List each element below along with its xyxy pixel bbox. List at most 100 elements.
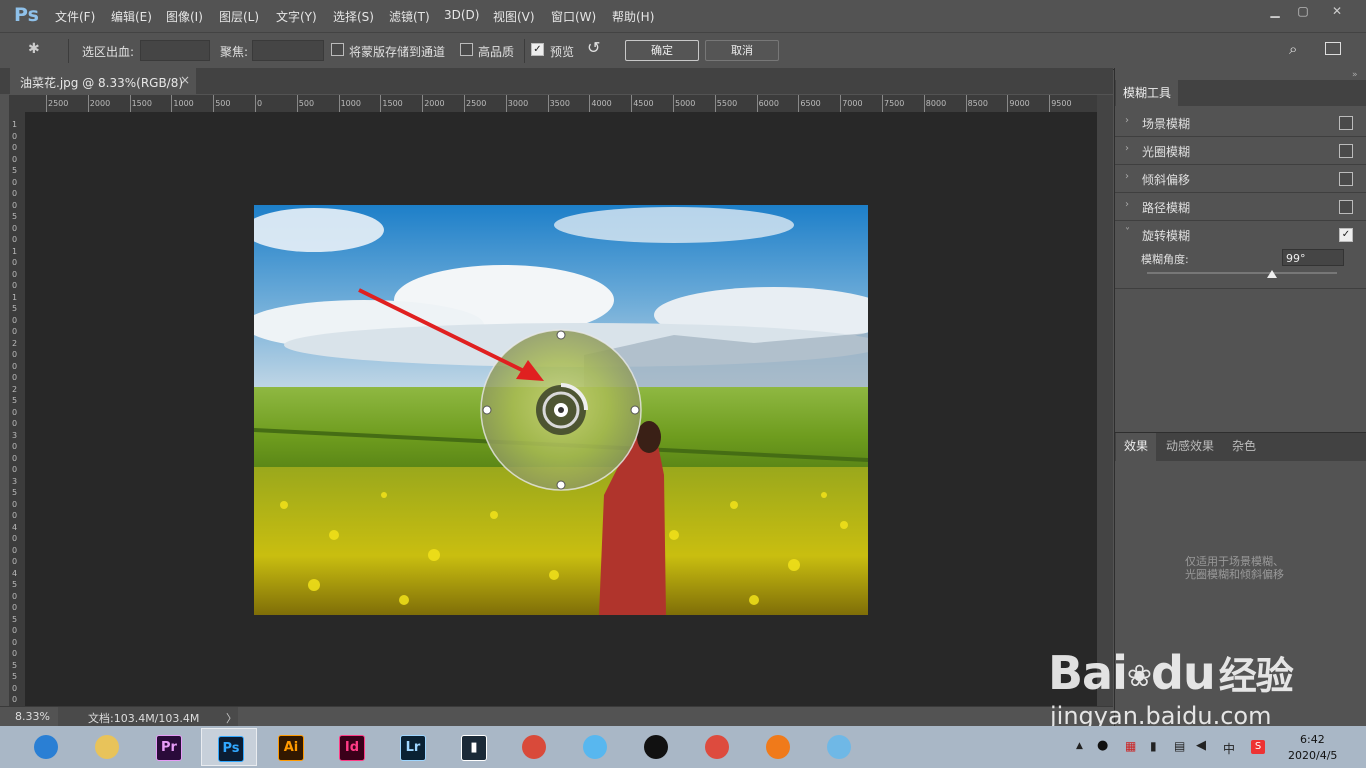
tab-blur-tools[interactable]: 模糊工具 [1116, 80, 1178, 107]
tray-expand-icon[interactable]: ▲ [1076, 741, 1083, 751]
minimize-icon[interactable]: ▁ [1263, 3, 1287, 19]
status-bar: 8.33% 文档:103.4M/103.4M 〉 [0, 706, 1113, 727]
ruler-tick [505, 95, 507, 112]
reset-icon[interactable]: ↺ [587, 38, 600, 57]
taskbar-app-button[interactable]: ▮ [445, 728, 501, 766]
ok-button[interactable]: 确定 [625, 40, 699, 61]
workspace-icon[interactable] [1325, 42, 1341, 55]
blur-item-checkbox[interactable]: ✓ [1339, 228, 1353, 242]
focus-field[interactable] [252, 40, 324, 61]
video-editor-icon: ▮ [461, 735, 487, 761]
menu-3d[interactable]: 3D(D) [444, 8, 479, 22]
blur-item-tilt-shift[interactable]: › 倾斜偏移 [1115, 165, 1366, 193]
selection-bleed-field[interactable] [140, 40, 210, 61]
lightroom-icon: Lr [400, 735, 426, 761]
status-menu-arrow[interactable]: 〉 [226, 710, 237, 726]
blur-item-field[interactable]: › 场景模糊 [1115, 109, 1366, 137]
menu-window[interactable]: 窗口(W) [551, 8, 596, 25]
menu-view[interactable]: 视图(V) [493, 8, 535, 25]
tray-qq-icon[interactable]: ● [1097, 738, 1108, 753]
tray-volume-icon[interactable]: ◀ [1196, 738, 1206, 753]
high-quality-checkbox[interactable] [460, 43, 473, 56]
taskbar-app-button[interactable] [506, 728, 562, 766]
tab-noise[interactable]: 杂色 [1224, 433, 1264, 460]
ruler-tick-label: 2500 [48, 99, 69, 108]
taskbar-app-button[interactable]: Ps [201, 728, 257, 766]
taskbar-app-button[interactable]: Id [323, 728, 379, 766]
ruler-tick [213, 95, 215, 112]
vertical-scrollbar[interactable] [1097, 95, 1113, 706]
tab-effects[interactable]: 效果 [1116, 433, 1156, 461]
ruler-tick-label: 5 [12, 580, 18, 589]
ruler-tick-label: 0 [12, 131, 18, 141]
ruler-tick-label: 0 [12, 545, 18, 555]
taskbar-app-button[interactable]: Ai [262, 728, 318, 766]
menu-edit[interactable]: 编辑(E) [111, 8, 152, 25]
high-quality-label: 高品质 [478, 45, 515, 59]
ruler-tick [756, 95, 758, 112]
ruler-tick-label: 0 [12, 695, 18, 704]
tray-ime[interactable]: 中 [1223, 740, 1235, 757]
taskbar-app-button[interactable] [18, 728, 74, 766]
zoom-level[interactable]: 8.33% [15, 710, 50, 723]
panel-collapse-icon[interactable]: » [1352, 70, 1358, 80]
menu-type[interactable]: 文字(Y) [276, 8, 317, 25]
blur-item-path[interactable]: › 路径模糊 [1115, 193, 1366, 221]
ruler-tick-label: 500 [215, 99, 231, 108]
close-tab-icon[interactable]: × [180, 73, 190, 87]
ruler-tick-label: 0 [12, 281, 18, 290]
tab-motion-effects[interactable]: 动感效果 [1160, 433, 1220, 460]
menu-layer[interactable]: 图层(L) [219, 8, 259, 25]
taskbar-app-button[interactable] [628, 728, 684, 766]
tray-battery-icon[interactable]: ▮ [1150, 739, 1157, 753]
blur-angle-input[interactable]: 99° [1282, 249, 1344, 266]
taskbar-app-button[interactable] [689, 728, 745, 766]
document-image[interactable] [254, 205, 868, 615]
menu-filter[interactable]: 滤镜(T) [389, 8, 430, 25]
ruler-tick-label: 5 [12, 304, 18, 313]
taskbar-app-button[interactable] [567, 728, 623, 766]
menu-file[interactable]: 文件(F) [55, 8, 95, 25]
taskbar-app-button[interactable] [79, 728, 135, 766]
menu-select[interactable]: 选择(S) [333, 8, 374, 25]
menu-image[interactable]: 图像(I) [166, 8, 203, 25]
taskbar-app-button[interactable]: Pr [140, 728, 196, 766]
clock-time[interactable]: 6:42 [1300, 733, 1325, 746]
document-size: 文档:103.4M/103.4M [88, 712, 200, 725]
slider-thumb[interactable] [1267, 270, 1278, 278]
ruler-tick-label: 5 [12, 614, 18, 624]
blur-item-checkbox[interactable] [1339, 200, 1353, 214]
preview-checkbox[interactable]: ✓ [531, 43, 544, 56]
taskbar-app-button[interactable]: Lr [384, 728, 440, 766]
menu-help[interactable]: 帮助(H) [612, 8, 654, 25]
clock-date[interactable]: 2020/4/5 [1288, 749, 1337, 762]
save-mask-checkbox[interactable] [331, 43, 344, 56]
tray-signal-icon[interactable]: ▤ [1174, 739, 1185, 753]
chat-app-icon [583, 735, 607, 759]
maximize-icon[interactable]: ▢ [1291, 3, 1315, 19]
taskbar-app-button[interactable] [811, 728, 867, 766]
blur-item-checkbox[interactable] [1339, 144, 1353, 158]
blur-item-iris[interactable]: › 光圈模糊 [1115, 137, 1366, 165]
blur-item-spin[interactable]: ˅ 旋转模糊 ✓ [1115, 221, 1366, 248]
close-window-icon[interactable]: ✕ [1325, 3, 1349, 19]
blur-item-checkbox[interactable] [1339, 116, 1353, 130]
tray-sogou-icon[interactable]: S [1251, 740, 1265, 754]
cancel-button[interactable]: 取消 [705, 40, 779, 61]
ruler-tick-label: 9000 [1009, 99, 1030, 108]
options-bar: ✱ 选区出血: 聚焦: 将蒙版存储到通道 高品质 ✓ 预览 ↺ 确定 取消 ⌕ [0, 32, 1366, 70]
taskbar-app-button[interactable] [750, 728, 806, 766]
tray-network-icon[interactable]: ▦ [1125, 739, 1136, 753]
ruler-tick-label: 9500 [1051, 99, 1072, 108]
blur-item-label: 场景模糊 [1142, 117, 1191, 131]
document-tab[interactable]: 油菜花.jpg @ 8.33%(RGB/8) × [10, 68, 196, 94]
ruler-tick [798, 95, 800, 112]
photoshop-logo: Ps [14, 4, 39, 26]
ruler-tick [1049, 95, 1051, 112]
explorer-icon [95, 735, 119, 759]
search-icon[interactable]: ⌕ [1289, 40, 1297, 58]
blur-item-checkbox[interactable] [1339, 172, 1353, 186]
chevron-down-icon: ˅ [1125, 227, 1130, 238]
blur-angle-slider[interactable] [1147, 272, 1337, 274]
pin-tool-icon[interactable]: ✱ [28, 41, 50, 61]
